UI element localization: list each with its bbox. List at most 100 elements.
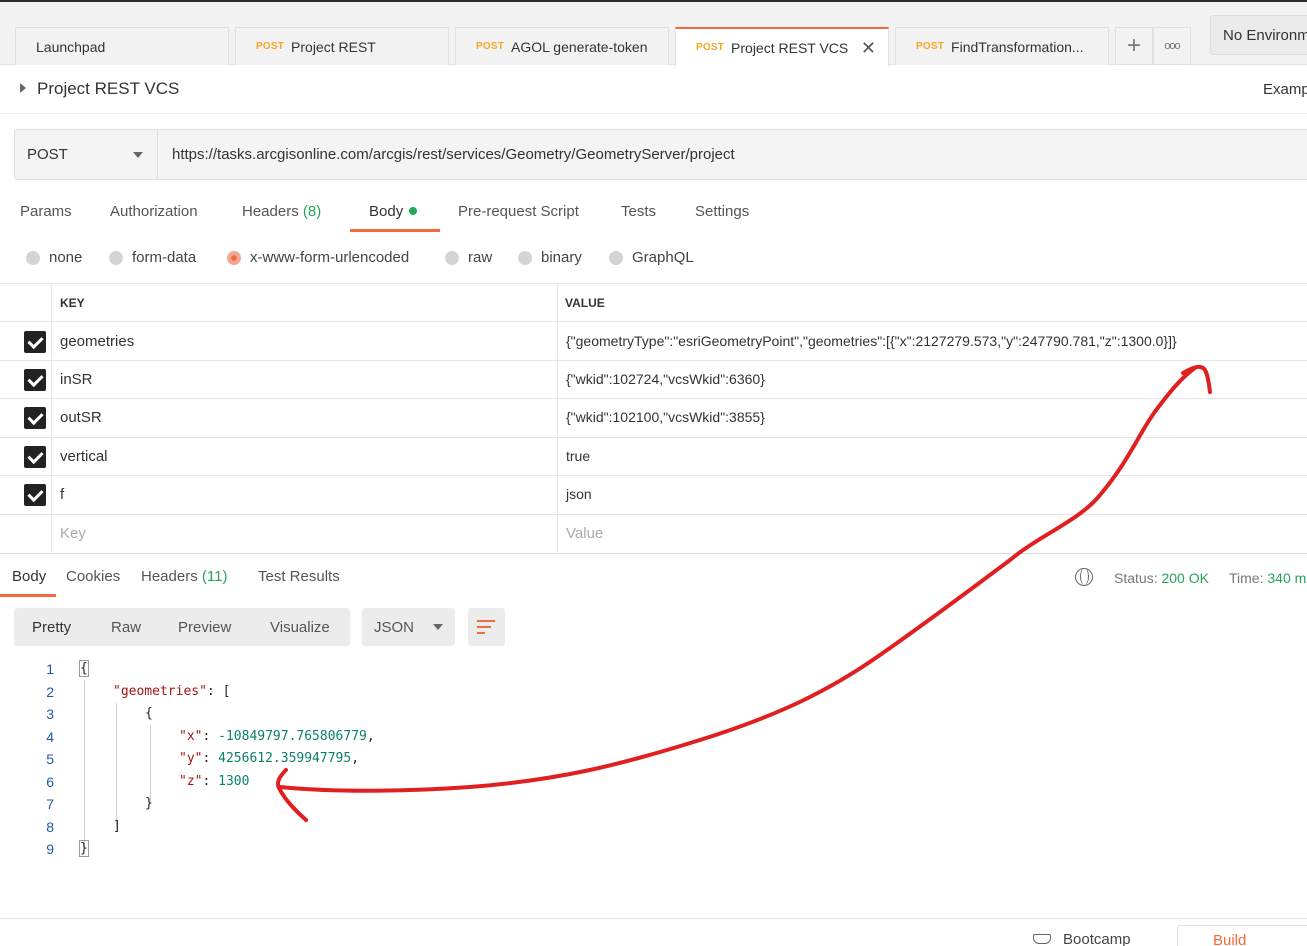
more-tabs-button[interactable]: ooo [1153,27,1191,65]
tab-agol-generate-token[interactable]: POST AGOL generate-token [455,27,669,65]
row-checkbox[interactable] [24,369,46,391]
build-button[interactable]: Build [1177,925,1307,946]
tab-settings[interactable]: Settings [695,203,749,220]
code-token: { [79,660,89,677]
tab-params[interactable]: Params [20,203,72,220]
view-preview-button[interactable]: Preview [178,619,231,636]
radio-indicator-selected [227,250,241,265]
column-divider [557,399,558,436]
tab-project-rest-vcs[interactable]: POST Project REST VCS ✕ [675,27,889,66]
environment-select[interactable]: No Environment [1210,15,1307,55]
body-indicator-dot [409,207,418,215]
tab-headers-count: (8) [302,203,322,220]
code-line: 9 } [0,838,1307,860]
chevron-down-icon [133,152,143,158]
param-value[interactable]: {"geometryType":"esriGeometryPoint","geo… [566,333,1177,349]
code-line: 1 { [0,658,1307,680]
row-checkbox[interactable] [24,484,46,506]
radio-x-www-form-urlencoded[interactable]: x-www-form-urlencoded [227,249,409,266]
view-pretty-button[interactable]: Pretty [32,619,71,636]
tab-test-results[interactable]: Test Results [258,568,340,585]
code-line-text: "x": -10849797.765806779, [179,729,375,744]
method-select-value: POST [27,146,68,163]
row-checkbox[interactable] [24,331,46,353]
radio-label: form-data [132,249,197,266]
caret-right-icon[interactable] [20,83,26,93]
new-key-input[interactable]: Key [60,525,86,542]
column-divider [557,515,558,552]
tab-headers[interactable]: Headers (8) [242,203,321,220]
view-visualize-button[interactable]: Visualize [270,619,330,636]
globe-icon[interactable] [1075,568,1093,586]
radio-label: x-www-form-urlencoded [250,249,410,266]
tab-method-badge: POST [916,41,945,52]
code-line: 6 "z": 1300 [0,771,1307,793]
radio-binary[interactable]: binary [518,249,582,266]
response-time: Time: 340 ms [1229,570,1307,586]
url-input[interactable]: https://tasks.arcgisonline.com/arcgis/re… [172,146,735,163]
tab-launchpad[interactable]: Launchpad [15,27,229,65]
radio-graphql[interactable]: GraphQL [609,249,694,266]
tab-response-body[interactable]: Body [12,568,46,585]
radio-none[interactable]: none [26,249,82,266]
close-icon[interactable]: ✕ [861,38,876,59]
param-value[interactable]: true [566,448,590,464]
radio-form-data[interactable]: form-data [109,249,196,266]
view-raw-button[interactable]: Raw [111,619,141,636]
json-key: "x" [179,729,203,744]
tab-headers-label: Headers [242,203,299,220]
code-line: 8 ] [0,816,1307,838]
code-token: } [79,840,89,857]
time-label: Time: [1229,570,1264,586]
request-title[interactable]: Project REST VCS [37,79,179,99]
tab-response-headers[interactable]: Headers (11) [141,568,227,585]
param-key[interactable]: outSR [60,409,102,426]
tab-authorization[interactable]: Authorization [110,203,198,220]
status-label: Status: [1114,570,1158,586]
param-value[interactable]: json [566,486,592,502]
status-value[interactable]: 200 OK [1161,570,1208,586]
param-value[interactable]: {"wkid":102100,"vcsWkid":3855} [566,409,765,425]
new-value-input[interactable]: Value [566,525,603,542]
tab-label: Project REST [291,38,376,55]
format-select[interactable]: JSON [362,608,455,646]
param-key[interactable]: vertical [60,448,108,465]
column-divider [557,284,558,321]
row-checkbox[interactable] [24,446,46,468]
param-key[interactable]: geometries [60,333,134,350]
line-number: 9 [46,841,54,857]
line-number: 8 [46,819,54,835]
tab-body[interactable]: Body [369,203,418,220]
line-number: 1 [46,661,54,677]
code-token: { [145,706,153,721]
tab-project-rest[interactable]: POST Project REST [235,27,449,65]
value-column-header: VALUE [565,296,605,310]
wrap-icon-line [477,626,491,628]
table-row-new: Key Value [0,514,1307,552]
param-key[interactable]: inSR [60,371,93,388]
wrap-lines-button[interactable] [468,608,505,646]
param-key[interactable]: f [60,486,64,503]
time-value[interactable]: 340 ms [1267,570,1307,586]
param-value[interactable]: {"wkid":102724,"vcsWkid":6360} [566,371,765,387]
bootcamp-button[interactable]: Bootcamp [1063,931,1131,946]
radio-label: binary [541,249,582,266]
tab-response-headers-label: Headers [141,568,198,585]
row-checkbox[interactable] [24,407,46,429]
tab-label: Project REST VCS [731,39,849,56]
code-line-text: "z": 1300 [179,774,250,789]
tab-response-cookies[interactable]: Cookies [66,568,120,585]
table-row: outSR {"wkid":102100,"vcsWkid":3855} [0,398,1307,436]
examples-button[interactable]: Examples [1263,81,1307,98]
tab-tests[interactable]: Tests [621,203,656,220]
format-value: JSON [374,619,415,636]
code-line: 7 } [0,793,1307,815]
tab-prerequest-script[interactable]: Pre-request Script [458,203,579,220]
code-line: 5 "y": 4256612.359947795, [0,748,1307,770]
radio-raw[interactable]: raw [445,249,492,266]
code-token: ] [113,819,121,834]
method-select[interactable]: POST [15,130,158,179]
tab-find-transformation[interactable]: POST FindTransformation... [895,27,1109,65]
new-tab-button[interactable]: + [1115,27,1153,65]
table-row: f json [0,475,1307,513]
